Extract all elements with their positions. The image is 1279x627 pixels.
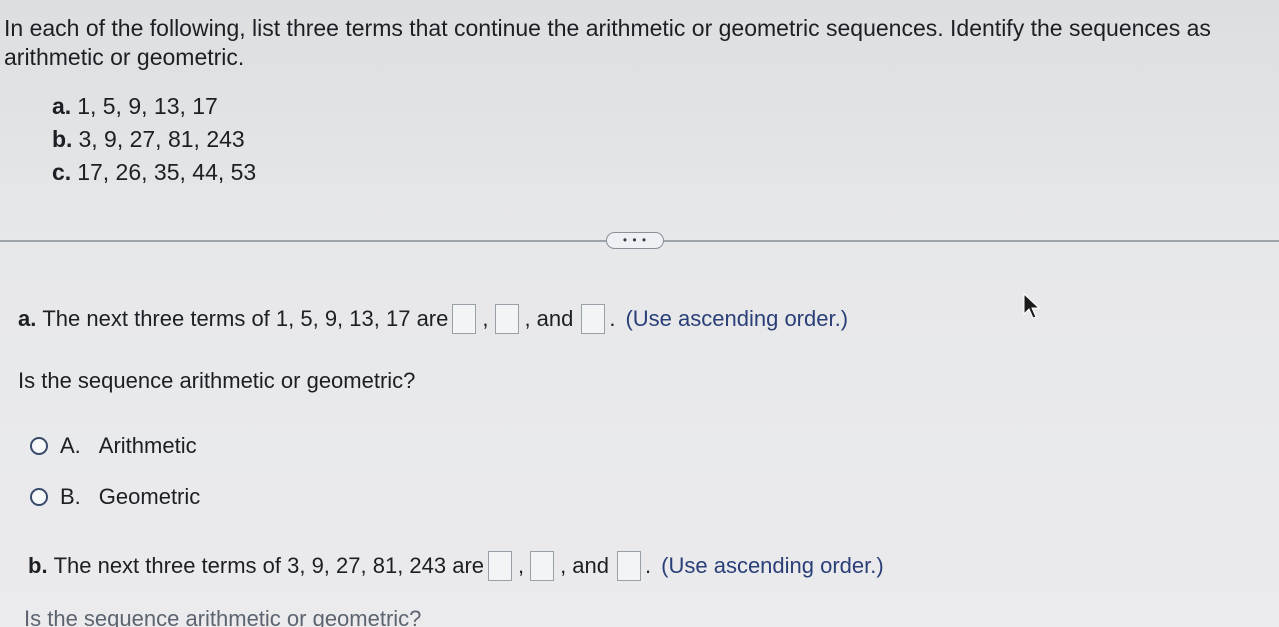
expand-more-button[interactable]: • • • xyxy=(606,232,664,249)
option-letter: A. xyxy=(60,433,81,458)
sequence-values: 3, 9, 27, 81, 243 xyxy=(78,126,245,152)
part-a-answer-box-1[interactable] xyxy=(452,304,477,334)
part-b-answer-box-3[interactable] xyxy=(617,551,642,581)
part-b-text: The next three terms of 3, 9, 27, 81, 24… xyxy=(53,553,485,578)
comma-separator: , xyxy=(518,553,525,578)
option-arithmetic[interactable]: A. Arithmetic xyxy=(30,433,197,459)
sequence-item: c. 17, 26, 35, 44, 53 xyxy=(52,156,256,189)
part-a-letter: a. xyxy=(18,306,37,331)
option-letter: B. xyxy=(60,484,81,509)
part-a-answer-box-2[interactable] xyxy=(494,304,519,334)
instructions-line-1: In each of the following, list three ter… xyxy=(4,15,1211,41)
and-text: and xyxy=(536,306,574,331)
part-b-letter: b. xyxy=(28,553,48,578)
instructions: In each of the following, list three ter… xyxy=(4,14,1279,72)
sequence-item: a. 1, 5, 9, 13, 17 xyxy=(52,90,256,123)
option-label: Geometric xyxy=(98,484,201,509)
period: . xyxy=(609,306,616,331)
option-label: Arithmetic xyxy=(98,433,197,458)
sequence-letter: a. xyxy=(52,93,72,119)
comma-separator: , xyxy=(524,306,531,331)
part-b-answer-box-2[interactable] xyxy=(530,551,555,581)
part-a-answer-box-3[interactable] xyxy=(581,304,606,334)
sequence-letter: c. xyxy=(52,159,72,185)
comma-separator: , xyxy=(482,306,489,331)
page: In each of the following, list three ter… xyxy=(0,0,1279,627)
part-b-hint: (Use ascending order.) xyxy=(661,553,884,578)
radio-button[interactable] xyxy=(30,488,48,506)
period: . xyxy=(645,553,652,578)
radio-button[interactable] xyxy=(30,437,48,455)
mouse-pointer-icon xyxy=(1023,292,1041,319)
and-text: and xyxy=(572,553,610,578)
part-a-hint: (Use ascending order.) xyxy=(625,306,849,331)
part-a-answer-line: a. The next three terms of 1, 5, 9, 13, … xyxy=(18,304,848,334)
sequence-list: a. 1, 5, 9, 13, 17 b. 3, 9, 27, 81, 243 c.… xyxy=(52,90,256,189)
sequence-values: 17, 26, 35, 44, 53 xyxy=(77,159,257,185)
part-a-text: The next three terms of 1, 5, 9, 13, 17 … xyxy=(42,306,449,331)
arithmetic-or-geometric-question: Is the sequence arithmetic or geometric? xyxy=(18,368,416,393)
sequence-letter: b. xyxy=(52,126,73,152)
part-b-answer-box-1[interactable] xyxy=(488,551,513,581)
sequence-item: b. 3, 9, 27, 81, 243 xyxy=(52,123,256,156)
part-b-answer-line: b. The next three terms of 3, 9, 27, 81,… xyxy=(28,551,884,581)
instructions-line-2: arithmetic or geometric. xyxy=(4,44,245,70)
option-geometric[interactable]: B. Geometric xyxy=(30,484,200,510)
comma-separator: , xyxy=(560,553,567,578)
sequence-values: 1, 5, 9, 13, 17 xyxy=(77,93,218,119)
part-b-question-partial: Is the sequence arithmetic or geometric? xyxy=(24,606,422,627)
